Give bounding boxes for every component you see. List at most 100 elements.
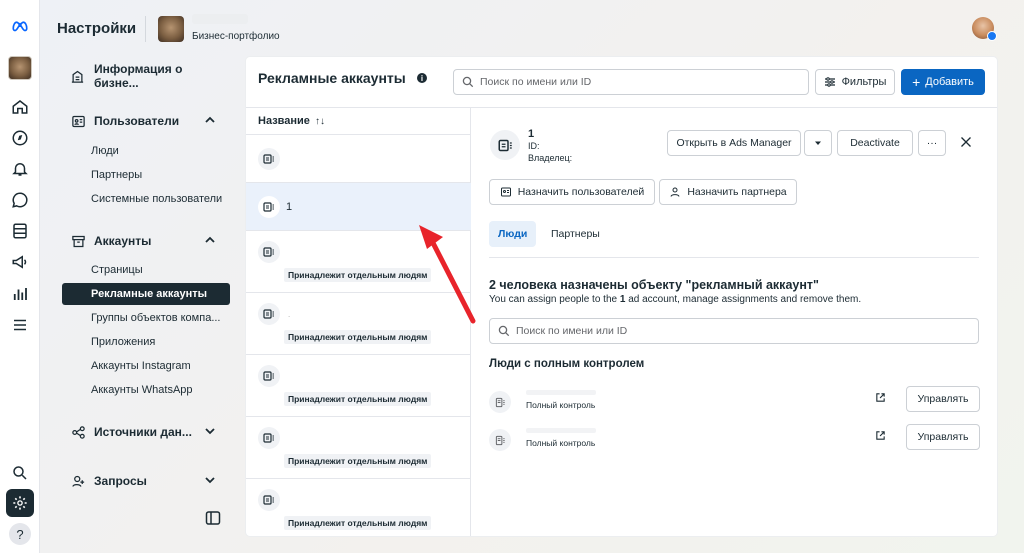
list-item[interactable] bbox=[246, 135, 471, 183]
id-card-icon bbox=[68, 111, 88, 131]
page-title: Настройки bbox=[57, 20, 137, 37]
sidebar-item-label: Информация о бизне... bbox=[93, 62, 183, 90]
global-nav-rail: ? bbox=[0, 0, 40, 553]
chevron-down-icon bbox=[205, 428, 215, 435]
sidebar-item-instagram-accounts[interactable]: Аккаунты Instagram bbox=[62, 355, 230, 377]
add-button[interactable]: + Добавить bbox=[901, 69, 985, 95]
search-placeholder: Поиск по имени или ID bbox=[480, 76, 592, 88]
person-add-icon bbox=[68, 471, 88, 491]
description-text: You can assign people to the bbox=[489, 294, 620, 305]
sidebar-section-label: Аккаунты bbox=[94, 234, 152, 248]
ad-account-icon bbox=[258, 303, 280, 325]
open-options-dropdown[interactable] bbox=[804, 130, 832, 156]
sort-icon: ↑↓ bbox=[314, 115, 325, 127]
building-icon bbox=[68, 66, 88, 86]
megaphone-icon[interactable] bbox=[8, 250, 32, 274]
ownership-badge: Принадлежит отдельным людям bbox=[284, 330, 432, 344]
people-search-input[interactable]: Поиск по имени или ID bbox=[489, 318, 979, 344]
caret-down-icon bbox=[815, 141, 821, 145]
menu-icon[interactable] bbox=[8, 313, 32, 337]
sidebar-section-requests[interactable]: Запросы bbox=[62, 469, 230, 493]
sidebar-section-label: Источники дан... bbox=[94, 425, 192, 439]
home-icon[interactable] bbox=[8, 95, 32, 119]
sidebar-item-pages[interactable]: Страницы bbox=[62, 259, 230, 281]
ad-account-icon bbox=[258, 196, 280, 218]
more-options-button[interactable]: ··· bbox=[918, 130, 946, 156]
ad-account-icon bbox=[490, 130, 520, 160]
assign-users-label: Назначить пользователей bbox=[517, 186, 645, 198]
collapse-sidebar-icon[interactable] bbox=[205, 510, 221, 526]
account-name: . bbox=[288, 310, 291, 319]
info-icon[interactable]: i bbox=[417, 73, 427, 83]
business-thumbnail[interactable] bbox=[8, 56, 32, 80]
pages-icon[interactable] bbox=[8, 219, 32, 243]
sidebar-item-ad-accounts[interactable]: Рекламные аккаунты bbox=[62, 283, 230, 305]
sidebar-item-asset-groups[interactable]: Группы объектов компа... bbox=[62, 307, 230, 329]
filters-button[interactable]: Фильтры bbox=[815, 69, 895, 95]
sidebar-item-system-users[interactable]: Системные пользователи bbox=[62, 188, 230, 210]
sidebar-section-data-sources[interactable]: Источники дан... bbox=[62, 420, 230, 444]
business-avatar[interactable] bbox=[158, 16, 184, 42]
open-in-ads-manager-button[interactable]: Открыть в Ads Manager bbox=[667, 130, 801, 156]
assign-partner-button[interactable]: Назначить партнера bbox=[659, 179, 797, 205]
tab-partners[interactable]: Партнеры bbox=[542, 221, 609, 247]
search-input[interactable]: Поиск по имени или ID bbox=[453, 69, 809, 95]
search-icon bbox=[498, 325, 510, 337]
close-icon[interactable] bbox=[958, 134, 974, 150]
list-item[interactable]: Принадлежит отдельным людям bbox=[246, 355, 471, 417]
ad-account-icon bbox=[258, 489, 280, 511]
external-link-icon[interactable] bbox=[875, 392, 886, 403]
ownership-badge: Принадлежит отдельным людям bbox=[284, 516, 432, 530]
ad-accounts-panel: Рекламные аккаунты i Поиск по имени или … bbox=[246, 57, 997, 536]
sidebar-item-people[interactable]: Люди bbox=[62, 140, 230, 162]
person-name-redacted bbox=[526, 428, 596, 433]
assign-users-button[interactable]: Назначить пользователей bbox=[489, 179, 655, 205]
chevron-up-icon bbox=[205, 236, 215, 243]
ownership-badge: Принадлежит отдельным людям bbox=[284, 454, 432, 468]
bell-icon[interactable] bbox=[8, 157, 32, 181]
ad-account-icon bbox=[258, 241, 280, 263]
person-row: Полный контроль Управлять bbox=[489, 386, 980, 416]
name-column-header[interactable]: Название ↑↓ bbox=[258, 115, 325, 127]
section-title: Рекламные аккаунты bbox=[258, 70, 406, 86]
account-owner-label: Владелец: bbox=[528, 153, 573, 163]
ad-account-icon bbox=[258, 365, 280, 387]
full-control-heading: Люди с полным контролем bbox=[489, 358, 645, 370]
id-card-icon bbox=[500, 187, 511, 197]
plus-icon: + bbox=[912, 74, 921, 90]
sidebar-item-whatsapp-accounts[interactable]: Аккаунты WhatsApp bbox=[62, 379, 230, 401]
manage-button[interactable]: Управлять bbox=[906, 424, 980, 450]
list-item[interactable]: Принадлежит отдельным людям bbox=[246, 479, 471, 536]
header-divider bbox=[145, 16, 146, 42]
chat-icon[interactable] bbox=[8, 188, 32, 212]
tabs-divider bbox=[489, 257, 979, 258]
column-header-label: Название bbox=[258, 115, 310, 127]
person-row: Полный контроль Управлять bbox=[489, 424, 980, 454]
bar-chart-icon[interactable] bbox=[8, 282, 32, 306]
sidebar-section-users[interactable]: Пользователи bbox=[62, 109, 230, 133]
deactivate-button[interactable]: Deactivate bbox=[837, 130, 913, 156]
external-link-icon[interactable] bbox=[875, 430, 886, 441]
filters-label: Фильтры bbox=[841, 76, 887, 88]
person-role: Полный контроль bbox=[526, 400, 596, 410]
ad-account-icon bbox=[258, 427, 280, 449]
manage-button[interactable]: Управлять bbox=[906, 386, 980, 412]
meta-logo-icon[interactable] bbox=[8, 14, 32, 38]
description-text: ad account, manage assignments and remov… bbox=[625, 294, 862, 305]
list-item[interactable]: Принадлежит отдельным людям bbox=[246, 417, 471, 479]
search-icon[interactable] bbox=[8, 461, 32, 485]
gear-icon[interactable] bbox=[6, 489, 34, 517]
sidebar-section-accounts[interactable]: Аккаунты bbox=[62, 229, 230, 253]
search-placeholder: Поиск по имени или ID bbox=[516, 325, 628, 337]
sidebar-item-business-info[interactable]: Информация о бизне... bbox=[62, 62, 230, 90]
business-portfolio-label[interactable]: Бизнес-портфолио bbox=[192, 31, 280, 42]
sidebar-item-partners[interactable]: Партнеры bbox=[62, 164, 230, 186]
tab-people[interactable]: Люди bbox=[489, 221, 537, 247]
sliders-icon bbox=[824, 77, 835, 87]
chevron-up-icon bbox=[205, 116, 215, 123]
compass-icon[interactable] bbox=[8, 126, 32, 150]
help-icon[interactable]: ? bbox=[9, 523, 31, 545]
account-name: 1 bbox=[286, 201, 293, 213]
sidebar-item-apps[interactable]: Приложения bbox=[62, 331, 230, 353]
person-avatar-icon bbox=[489, 429, 511, 451]
